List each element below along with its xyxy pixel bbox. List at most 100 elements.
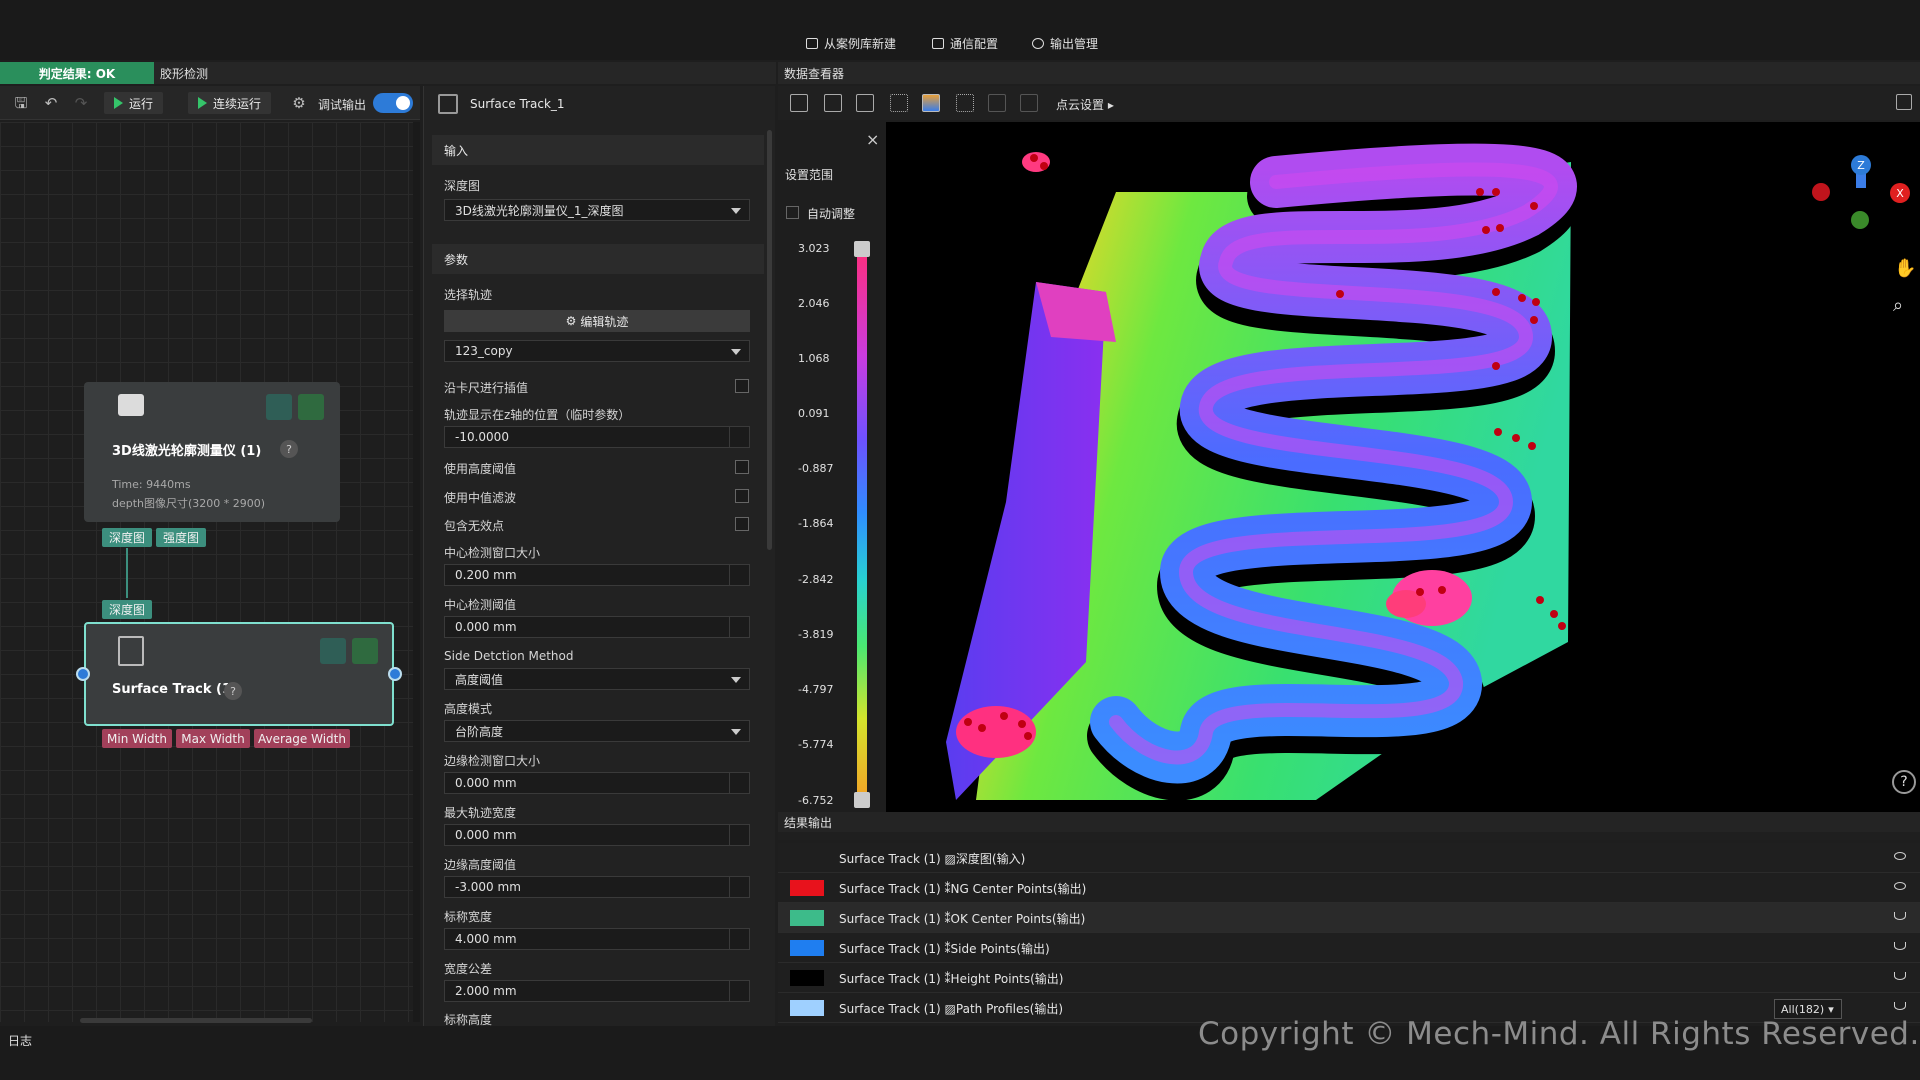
interp-checkbox[interactable]	[735, 379, 749, 393]
log-tab[interactable]: 日志	[8, 1032, 32, 1049]
spin-stepper[interactable]	[729, 981, 749, 1001]
axis-z-icon[interactable]: Z	[1851, 155, 1871, 175]
use-height-th-checkbox[interactable]	[735, 460, 749, 474]
new-from-case-button[interactable]: 从案例库新建	[806, 32, 896, 54]
spin-stepper[interactable]	[729, 773, 749, 793]
axis-y-icon[interactable]	[1851, 211, 1869, 229]
section-input[interactable]: 输入	[432, 135, 764, 165]
pin-max-width[interactable]: Max Width	[176, 729, 250, 748]
result-row[interactable]: Surface Track (1) ⁑Height Points(输出)	[778, 963, 1920, 993]
canvas-scrollbar[interactable]	[413, 122, 420, 1022]
depth-select[interactable]: 3D线激光轮廓测量仪_1_深度图	[444, 199, 750, 221]
eye-closed-icon[interactable]	[1894, 912, 1906, 920]
image-icon[interactable]	[824, 94, 842, 112]
run-button[interactable]: 运行	[104, 92, 164, 114]
download-icon[interactable]	[298, 394, 324, 420]
color-swatch[interactable]	[790, 1000, 824, 1016]
color-swatch[interactable]	[790, 910, 824, 926]
close-icon[interactable]: ×	[866, 130, 879, 149]
input-port[interactable]	[76, 667, 90, 681]
eye-closed-icon[interactable]	[1894, 942, 1906, 950]
pin-depth-out[interactable]: 深度图	[102, 528, 152, 547]
tab-result[interactable]: 判定结果: OK	[0, 62, 154, 84]
property-scrollbar[interactable]	[767, 130, 772, 550]
max-width-input[interactable]: 0.000 mm	[444, 824, 750, 846]
grid-icon[interactable]	[890, 94, 908, 112]
flow-canvas[interactable]	[0, 122, 420, 1022]
layers-icon[interactable]	[988, 94, 1006, 112]
axis-neg-x-icon[interactable]	[1812, 183, 1830, 201]
spin-stepper[interactable]	[729, 825, 749, 845]
chart-icon[interactable]	[856, 94, 874, 112]
collapse-icon[interactable]	[320, 638, 346, 664]
auto-adjust-checkbox[interactable]	[786, 206, 799, 219]
track-select[interactable]: 123_copy	[444, 340, 750, 362]
eye-closed-icon[interactable]	[1894, 1002, 1906, 1010]
pointcloud-view[interactable]	[886, 122, 1920, 812]
edit-track-button[interactable]: ⚙ 编辑轨迹	[444, 310, 750, 332]
colormap-icon[interactable]	[922, 94, 940, 112]
spin-stepper[interactable]	[729, 877, 749, 897]
pin-average-width[interactable]: Average Width	[254, 729, 350, 748]
save-icon[interactable]: 🖫	[12, 94, 30, 112]
range-min-handle[interactable]	[854, 792, 870, 808]
zoom-icon[interactable]: ⌕	[1893, 295, 1903, 316]
color-swatch[interactable]	[790, 940, 824, 956]
median-filter-checkbox[interactable]	[735, 489, 749, 503]
color-swatch[interactable]	[790, 880, 824, 896]
help-icon[interactable]: ?	[224, 682, 242, 700]
include-invalid-checkbox[interactable]	[735, 517, 749, 531]
color-swatch[interactable]	[790, 970, 824, 986]
download-icon[interactable]	[352, 638, 378, 664]
edge-win-input[interactable]: 0.000 mm	[444, 772, 750, 794]
play-icon	[114, 97, 123, 109]
spin-stepper[interactable]	[729, 427, 749, 447]
spin-stepper[interactable]	[729, 929, 749, 949]
eye-icon[interactable]	[1894, 852, 1906, 860]
stack-icon[interactable]	[1020, 94, 1038, 112]
tab-project[interactable]: 胶形检测	[160, 62, 208, 84]
settings-icon[interactable]: ⚙	[290, 94, 308, 112]
expand-icon[interactable]	[1896, 94, 1912, 110]
section-params[interactable]: 参数	[432, 244, 764, 274]
eye-icon[interactable]	[1894, 882, 1906, 890]
width-tol-input[interactable]: 2.000 mm	[444, 980, 750, 1002]
undo-icon[interactable]: ↶	[42, 94, 60, 112]
nominal-width-input[interactable]: 4.000 mm	[444, 928, 750, 950]
center-th-input[interactable]: 0.000 mm	[444, 616, 750, 638]
gear-icon	[1032, 37, 1044, 49]
output-port[interactable]	[388, 667, 402, 681]
axis-x-icon[interactable]: X	[1890, 183, 1910, 203]
center-win-input[interactable]: 0.200 mm	[444, 564, 750, 586]
help-icon[interactable]: ?	[1892, 770, 1916, 794]
result-row[interactable]: Surface Track (1) ⁑Side Points(输出)	[778, 933, 1920, 963]
pin-intensity-out[interactable]: 强度图	[156, 528, 206, 547]
redo-icon[interactable]: ↷	[72, 94, 90, 112]
pointcloud-settings-button[interactable]: 点云设置 ▸	[1056, 96, 1114, 113]
spin-stepper[interactable]	[729, 565, 749, 585]
help-icon[interactable]: ?	[280, 440, 298, 458]
pin-min-width[interactable]: Min Width	[102, 729, 172, 748]
tick-label: -0.887	[798, 462, 834, 475]
side-method-select[interactable]: 高度阈值	[444, 668, 750, 690]
debug-output-toggle[interactable]	[373, 93, 413, 113]
eye-closed-icon[interactable]	[1894, 972, 1906, 980]
pin-depth-in[interactable]: 深度图	[102, 600, 152, 619]
comm-config-button[interactable]: 通信配置	[932, 32, 998, 54]
range-max-handle[interactable]	[854, 241, 870, 257]
height-mode-select[interactable]: 台阶高度	[444, 720, 750, 742]
collapse-icon[interactable]	[266, 394, 292, 420]
result-row[interactable]: Surface Track (1) ⁑OK Center Points(输出)	[778, 903, 1920, 933]
output-manage-button[interactable]: 输出管理	[1032, 32, 1098, 54]
side-method-value: 高度阈值	[455, 672, 504, 687]
canvas-hscrollbar[interactable]	[80, 1018, 312, 1023]
edge-height-input[interactable]: -3.000 mm	[444, 876, 750, 898]
fit-view-icon[interactable]	[790, 94, 808, 112]
spin-stepper[interactable]	[729, 617, 749, 637]
points-icon[interactable]	[956, 94, 974, 112]
result-row[interactable]: Surface Track (1) ⁑NG Center Points(输出)	[778, 873, 1920, 903]
continuous-run-button[interactable]: 连续运行	[188, 92, 272, 114]
z-pos-input[interactable]: -10.0000	[444, 426, 750, 448]
pan-hand-icon[interactable]: ✋	[1894, 258, 1916, 279]
result-row[interactable]: Surface Track (1) ▨深度图(输入)	[778, 843, 1920, 873]
